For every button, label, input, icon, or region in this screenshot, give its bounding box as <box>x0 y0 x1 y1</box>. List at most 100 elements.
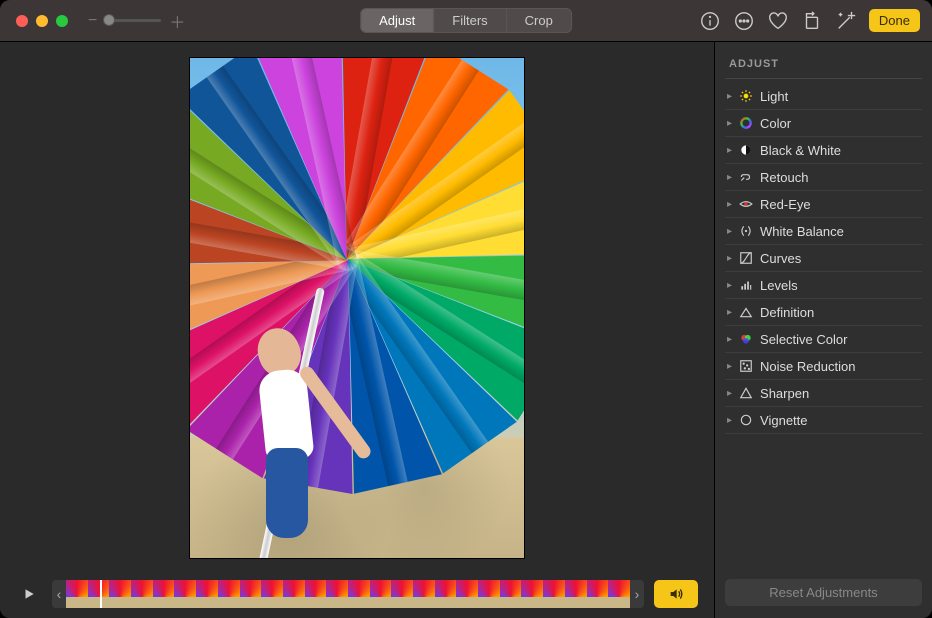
timeline-frame[interactable] <box>88 580 110 608</box>
adjustment-label: Selective Color <box>760 332 847 347</box>
zoom-knob[interactable] <box>103 14 115 26</box>
chevron-right-icon: ▸ <box>727 199 732 210</box>
timeline-frame[interactable] <box>283 580 305 608</box>
adjustment-curves[interactable]: ▸Curves <box>725 245 922 272</box>
adjustment-bw[interactable]: ▸ Black & White <box>725 137 922 164</box>
adjustment-list: ▸Light▸Color ▸ Black & White ▸ Retouch ▸ Red-E… <box>725 83 922 434</box>
timeline-frame[interactable] <box>543 580 565 608</box>
timeline-frame[interactable] <box>348 580 370 608</box>
timeline-frame[interactable] <box>261 580 283 608</box>
more-icon[interactable] <box>733 10 755 32</box>
chevron-right-icon: ▸ <box>727 253 732 264</box>
timeline-frame[interactable] <box>174 580 196 608</box>
chevron-right-icon: ▸ <box>727 280 732 291</box>
timeline-frame[interactable] <box>240 580 262 608</box>
timeline-frame[interactable] <box>218 580 240 608</box>
trim-start-handle[interactable]: ‹ <box>52 580 66 608</box>
timeline-frame[interactable] <box>391 580 413 608</box>
timeline-frame[interactable] <box>478 580 500 608</box>
adjustment-selectivecolor[interactable]: ▸Selective Color <box>725 326 922 353</box>
chevron-right-icon: ▸ <box>727 388 732 399</box>
timeline-frame[interactable] <box>326 580 348 608</box>
timeline-frame[interactable] <box>196 580 218 608</box>
adjustment-label: Noise Reduction <box>760 359 855 374</box>
retouch-icon <box>738 169 754 185</box>
adjustment-light[interactable]: ▸Light <box>725 83 922 110</box>
color-icon <box>738 115 754 131</box>
tab-crop[interactable]: Crop <box>507 9 571 32</box>
timeline-frame[interactable] <box>500 580 522 608</box>
right-tools: Done <box>699 9 920 32</box>
light-icon <box>738 88 754 104</box>
adjust-sidebar: ADJUST ▸Light▸Color ▸ Black & White ▸ Retouc… <box>714 42 932 618</box>
info-icon[interactable] <box>699 10 721 32</box>
timeline-frame[interactable] <box>66 580 88 608</box>
redeye-icon <box>738 196 754 212</box>
adjustment-whitebalance[interactable]: ▸ White Balance <box>725 218 922 245</box>
favorite-icon[interactable] <box>767 10 789 32</box>
chevron-right-icon: ▸ <box>727 172 732 183</box>
adjustment-vignette[interactable]: ▸Vignette <box>725 407 922 434</box>
curves-icon <box>738 250 754 266</box>
chevron-right-icon: ▸ <box>727 145 732 156</box>
sharpen-icon <box>738 385 754 401</box>
timeline-frame[interactable] <box>565 580 587 608</box>
editor-window: − ＋ Adjust Filters Crop Done <box>0 0 932 618</box>
adjustment-color[interactable]: ▸Color <box>725 110 922 137</box>
bw-icon <box>738 142 754 158</box>
adjustment-label: Retouch <box>760 170 808 185</box>
noisereduction-icon <box>738 358 754 374</box>
timeline-frame[interactable] <box>370 580 392 608</box>
timeline-frame[interactable] <box>153 580 175 608</box>
done-button[interactable]: Done <box>869 9 920 32</box>
audio-button[interactable] <box>654 580 698 608</box>
play-button[interactable] <box>16 584 42 604</box>
adjustment-label: Sharpen <box>760 386 809 401</box>
adjustment-noisereduction[interactable]: ▸Noise Reduction <box>725 353 922 380</box>
chevron-right-icon: ▸ <box>727 91 732 102</box>
photo-canvas[interactable] <box>0 42 714 574</box>
adjustment-definition[interactable]: ▸Definition <box>725 299 922 326</box>
adjustment-sharpen[interactable]: ▸ Sharpen <box>725 380 922 407</box>
adjustment-levels[interactable]: ▸Levels <box>725 272 922 299</box>
reset-adjustments-button[interactable]: Reset Adjustments <box>725 579 922 606</box>
adjustment-label: Red-Eye <box>760 197 811 212</box>
timeline-frame[interactable] <box>131 580 153 608</box>
timeline-frame[interactable] <box>413 580 435 608</box>
adjustment-label: White Balance <box>760 224 844 239</box>
person-graphic <box>252 318 332 528</box>
timeline-frame[interactable] <box>587 580 609 608</box>
timeline-frame[interactable] <box>608 580 630 608</box>
timeline-frame[interactable] <box>456 580 478 608</box>
adjustment-redeye[interactable]: ▸ Red-Eye <box>725 191 922 218</box>
timeline-frame[interactable] <box>305 580 327 608</box>
rotate-icon[interactable] <box>801 10 823 32</box>
timeline-frame[interactable] <box>521 580 543 608</box>
chevron-right-icon: ▸ <box>727 226 732 237</box>
tab-filters[interactable]: Filters <box>434 9 506 32</box>
chevron-right-icon: ▸ <box>727 415 732 426</box>
canvas-area: ‹ › <box>0 42 714 618</box>
zoom-out-icon: − <box>88 12 97 30</box>
sidebar-title: ADJUST <box>725 54 922 79</box>
timeline-row: ‹ › <box>0 574 714 618</box>
auto-enhance-icon[interactable] <box>835 10 857 32</box>
timeline-frame[interactable] <box>435 580 457 608</box>
close-button[interactable] <box>16 15 28 27</box>
minimize-button[interactable] <box>36 15 48 27</box>
zoom-slider[interactable]: − ＋ <box>88 9 185 33</box>
mode-tabs: Adjust Filters Crop <box>360 8 572 33</box>
zoom-track[interactable] <box>105 19 161 22</box>
maximize-button[interactable] <box>56 15 68 27</box>
photo-preview <box>190 58 524 558</box>
window-controls <box>0 15 68 27</box>
video-timeline[interactable]: ‹ › <box>52 580 644 608</box>
adjustment-label: Black & White <box>760 143 841 158</box>
timeline-playhead[interactable] <box>100 580 102 608</box>
adjustment-label: Definition <box>760 305 814 320</box>
tab-adjust[interactable]: Adjust <box>361 9 434 32</box>
timeline-frame[interactable] <box>109 580 131 608</box>
trim-end-handle[interactable]: › <box>630 580 644 608</box>
definition-icon <box>738 304 754 320</box>
adjustment-retouch[interactable]: ▸ Retouch <box>725 164 922 191</box>
